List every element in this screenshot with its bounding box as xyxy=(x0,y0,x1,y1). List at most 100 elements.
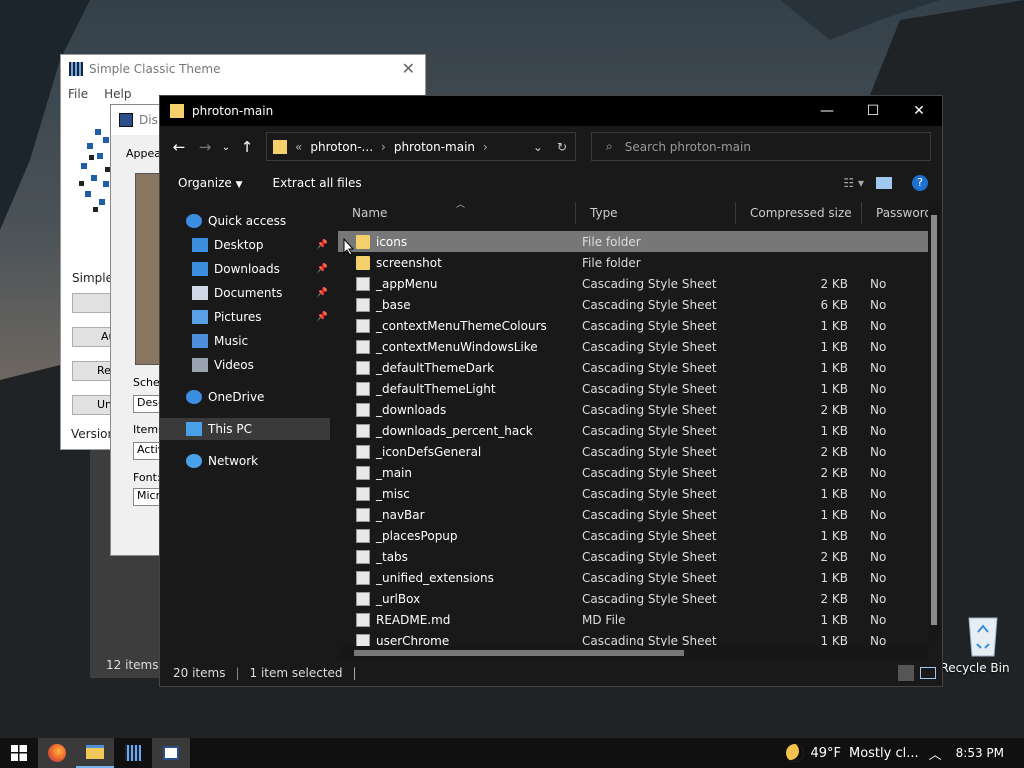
up-arrow-icon[interactable]: ↑ xyxy=(234,138,260,156)
file-row[interactable]: _main Cascading Style Sheet Do... 2 KB No xyxy=(338,462,928,483)
file-name-cell: userChrome xyxy=(338,633,568,647)
css-file-icon xyxy=(356,297,370,312)
file-row[interactable]: README.md MD File 1 KB No xyxy=(338,609,928,630)
weather-temperature[interactable]: 49°F xyxy=(810,746,841,761)
sidebar-item-music[interactable]: Music xyxy=(160,330,332,352)
taskbar-display-properties[interactable] xyxy=(152,738,190,768)
file-row[interactable]: _downloads Cascading Style Sheet Do... 2 K… xyxy=(338,399,928,420)
details-view-icon[interactable] xyxy=(898,665,914,681)
sidebar-item-downloads[interactable]: Downloads 📌 xyxy=(160,258,332,280)
file-row[interactable]: _base Cascading Style Sheet Do... 6 KB No xyxy=(338,294,928,315)
pin-icon[interactable]: 📌 xyxy=(317,312,328,322)
file-row[interactable]: userChrome Cascading Style Sheet Do... 1 K… xyxy=(338,630,928,646)
file-row[interactable]: screenshot File folder xyxy=(338,252,928,273)
column-password[interactable]: Password . xyxy=(862,202,928,224)
clock[interactable]: 8:53 PM xyxy=(956,746,1004,760)
file-row[interactable]: _downloads_percent_hack Cascading Style S… xyxy=(338,420,928,441)
sct-titlebar[interactable]: Simple Classic Theme xyxy=(61,55,425,83)
breadcrumb-overflow[interactable]: « xyxy=(295,140,302,154)
file-type: Cascading Style Sheet Do... xyxy=(582,486,718,501)
sidebar-item-videos[interactable]: Videos xyxy=(160,354,332,376)
sidebar-item-network[interactable]: Network xyxy=(160,450,332,472)
help-icon[interactable]: ? xyxy=(912,175,928,191)
large-icons-view-icon[interactable] xyxy=(920,667,936,679)
breadcrumb-item-1[interactable]: phroton-... xyxy=(310,140,373,154)
file-row[interactable]: _tabs Cascading Style Sheet Do... 2 KB No xyxy=(338,546,928,567)
weather-moon-icon[interactable] xyxy=(786,744,805,762)
css-file-icon xyxy=(356,549,370,564)
sidebar-item-label: Downloads xyxy=(214,262,280,276)
sidebar-item-this-pc[interactable]: This PC xyxy=(160,418,330,440)
view-options-icon[interactable]: ☷ ▾ xyxy=(843,176,864,190)
start-button[interactable] xyxy=(0,738,38,768)
file-row[interactable]: _navBar Cascading Style Sheet Do... 1 KB No xyxy=(338,504,928,525)
address-dropdown-icon[interactable]: ⌄ xyxy=(533,140,543,154)
file-row[interactable]: _placesPopup Cascading Style Sheet Do... 1… xyxy=(338,525,928,546)
sidebar-item-label: This PC xyxy=(208,422,252,436)
explorer-titlebar[interactable]: phroton-main — ☐ ✕ xyxy=(160,96,942,126)
taskbar-firefox[interactable] xyxy=(38,738,76,768)
column-type[interactable]: Type xyxy=(576,202,736,224)
file-row[interactable]: _defaultThemeDark Cascading Style Sheet D… xyxy=(338,357,928,378)
file-name-cell: _unified_extensions xyxy=(338,570,568,585)
minimize-button[interactable]: — xyxy=(804,96,850,126)
sidebar-item-quick-access[interactable]: Quick access xyxy=(160,210,332,232)
file-password: No xyxy=(870,339,887,354)
file-name: _downloads_percent_hack xyxy=(376,423,533,438)
desktop-icon xyxy=(192,238,208,252)
file-row[interactable]: _appMenu Cascading Style Sheet Do... 2 KB N… xyxy=(338,273,928,294)
display-icon xyxy=(119,113,133,127)
menu-help[interactable]: Help xyxy=(104,87,131,101)
refresh-icon[interactable]: ↻ xyxy=(557,140,567,154)
file-row[interactable]: _misc Cascading Style Sheet Do... 1 KB No xyxy=(338,483,928,504)
recent-chevron-icon[interactable]: ⌄ xyxy=(218,142,234,153)
file-type: Cascading Style Sheet Do... xyxy=(582,360,718,375)
file-row[interactable]: _unified_extensions Cascading Style Sheet… xyxy=(338,567,928,588)
file-row[interactable]: _iconDefsGeneral Cascading Style Sheet Do… xyxy=(338,441,928,462)
file-name: _navBar xyxy=(376,507,425,522)
sidebar-item-desktop[interactable]: Desktop 📌 xyxy=(160,234,332,256)
vertical-scrollbar-thumb[interactable] xyxy=(931,215,937,625)
sidebar-item-documents[interactable]: Documents 📌 xyxy=(160,282,332,304)
explorer-title: phroton-main xyxy=(192,104,274,118)
breadcrumb-item-2[interactable]: phroton-main xyxy=(394,140,475,154)
column-compressed-size[interactable]: Compressed size xyxy=(736,202,862,224)
maximize-button[interactable]: ☐ xyxy=(850,96,896,126)
forward-arrow-icon[interactable]: → xyxy=(192,138,218,156)
sidebar-item-pictures[interactable]: Pictures 📌 xyxy=(160,306,332,328)
close-icon[interactable]: ✕ xyxy=(402,59,415,78)
sct-version: Version xyxy=(71,427,116,441)
tray-chevron-up-icon[interactable]: ︿ xyxy=(929,744,942,763)
menu-file[interactable]: File xyxy=(68,87,88,101)
vertical-scrollbar[interactable] xyxy=(928,201,940,641)
weather-condition[interactable]: Mostly cl... xyxy=(849,746,919,761)
organize-button[interactable]: Organize ▼ xyxy=(178,176,243,190)
extract-all-button[interactable]: Extract all files xyxy=(273,176,362,190)
taskbar-file-explorer[interactable] xyxy=(76,738,114,768)
file-type: Cascading Style Sheet Do... xyxy=(582,423,718,438)
horizontal-scrollbar[interactable] xyxy=(338,646,928,660)
status-divider: | xyxy=(352,666,357,680)
file-row[interactable]: _contextMenuWindowsLike Cascading Style S… xyxy=(338,336,928,357)
file-name: userChrome xyxy=(376,633,450,647)
search-input[interactable]: Search phroton-main xyxy=(625,140,751,154)
pin-icon[interactable]: 📌 xyxy=(317,288,328,298)
preview-pane-icon[interactable] xyxy=(876,177,892,189)
file-row[interactable]: icons File folder xyxy=(338,231,928,252)
file-row[interactable]: _urlBox Cascading Style Sheet Do... 2 KB No xyxy=(338,588,928,609)
file-size: 1 KB xyxy=(820,339,848,354)
sidebar-item-onedrive[interactable]: OneDrive xyxy=(160,386,332,408)
search-box[interactable]: ⌕ Search phroton-main xyxy=(591,132,931,161)
horizontal-scrollbar-thumb[interactable] xyxy=(354,650,684,656)
pin-icon[interactable]: 📌 xyxy=(317,240,328,250)
address-bar[interactable]: « phroton-... › phroton-main › ⌄ ↻ xyxy=(266,132,576,161)
close-button[interactable]: ✕ xyxy=(896,96,942,126)
pin-icon[interactable]: 📌 xyxy=(317,264,328,274)
recycle-bin-shortcut[interactable]: Recycle Bin xyxy=(940,612,1010,682)
computer-icon xyxy=(186,422,202,436)
file-row[interactable]: _defaultThemeLight Cascading Style Sheet … xyxy=(338,378,928,399)
back-arrow-icon[interactable]: ← xyxy=(166,138,192,156)
file-row[interactable]: _contextMenuThemeColours Cascading Style … xyxy=(338,315,928,336)
file-explorer-window[interactable]: phroton-main — ☐ ✕ ← → ⌄ ↑ « phroton-...… xyxy=(159,95,943,687)
taskbar-simple-classic-theme[interactable] xyxy=(114,738,152,768)
